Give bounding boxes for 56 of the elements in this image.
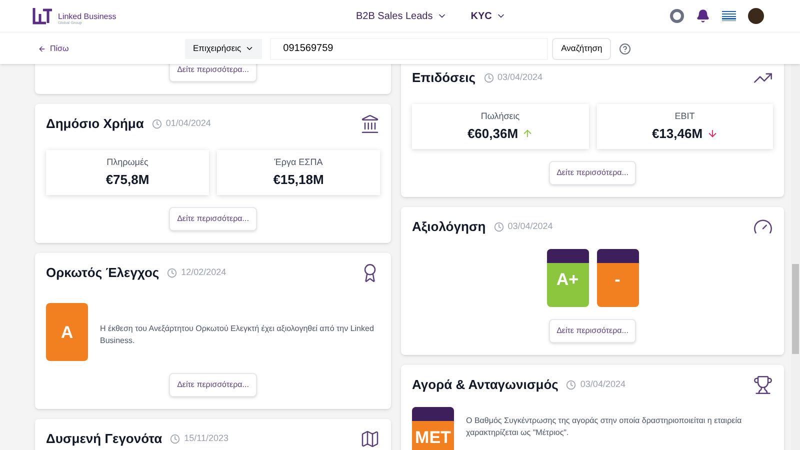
- grade-letter: A: [60, 324, 74, 340]
- bank-icon: [360, 114, 380, 134]
- help-icon[interactable]: [619, 42, 632, 54]
- search-field[interactable]: 091569759: [270, 38, 548, 60]
- metric-value: €15,18M: [273, 170, 324, 188]
- brand-name: Linked Business: [58, 13, 116, 21]
- grade-letter: -: [614, 271, 620, 288]
- card-title: Αγορά & Ανταγωνισμός: [412, 376, 558, 394]
- nav-menu[interactable]: KYC: [470, 8, 506, 24]
- metric-value: €13,46M: [652, 124, 703, 142]
- arrow-left-icon: [38, 44, 46, 52]
- clock-icon: [484, 72, 494, 83]
- category-dropdown[interactable]: Επιχειρήσεις: [185, 38, 262, 58]
- logo-icon: [32, 7, 54, 25]
- see-more-button[interactable]: Δείτε περισσότερα...: [548, 319, 636, 343]
- bell-icon[interactable]: [696, 9, 710, 23]
- see-more-button[interactable]: Δείτε περισσότερα...: [548, 161, 636, 185]
- trophy-icon: [753, 375, 773, 395]
- card-title: Δημόσιο Χρήμα: [46, 115, 144, 133]
- see-more-button[interactable]: Δείτε περισσότερα...: [169, 207, 257, 231]
- card-date: 03/04/2024: [508, 220, 553, 233]
- grade-letter: ΜΕΤ: [415, 429, 451, 446]
- grade-letter: A+: [556, 271, 579, 288]
- card-title: Δυσμενή Γεγονότα: [46, 430, 162, 448]
- metric-label: Πληρωμές: [106, 156, 148, 169]
- card-date: 01/04/2024: [166, 117, 211, 130]
- card-title: Ορκωτός Έλεγχος: [46, 264, 160, 282]
- card-date: 03/04/2024: [498, 71, 543, 84]
- metric-value: €75,8M: [106, 170, 150, 188]
- card-date: 15/11/2023: [184, 432, 228, 445]
- card-date: 03/04/2024: [580, 378, 626, 391]
- clock-icon: [566, 380, 576, 390]
- target-icon[interactable]: [670, 9, 684, 23]
- clock-icon: [170, 434, 180, 444]
- avatar[interactable]: [748, 8, 764, 24]
- scrollbar-thumb[interactable]: [792, 264, 799, 354]
- map-icon: [360, 429, 380, 449]
- metric-label: EBIT: [674, 110, 695, 123]
- search-button[interactable]: Αναζήτηση: [552, 38, 612, 60]
- metric-value: €60,36M: [467, 124, 518, 142]
- metric-label: Πωλήσεις: [480, 110, 520, 123]
- back-link[interactable]: Πίσω: [38, 42, 69, 54]
- clock-icon: [167, 268, 178, 278]
- clock-icon: [494, 222, 504, 232]
- metric-label: Έργα ΕΣΠΑ: [274, 156, 323, 169]
- nav-menu[interactable]: B2B Sales Leads: [356, 8, 447, 24]
- card-date: 12/02/2024: [181, 266, 226, 279]
- clock-icon: [152, 118, 162, 129]
- description-text: Η έκθεση του Ανεξάρτητου Ορκωτού Ελεγκτή έχει αξιολογηθεί από την Linked Business.: [100, 323, 375, 347]
- see-more-button[interactable]: Δείτε περισσότερα...: [169, 64, 257, 82]
- see-more-button[interactable]: Δείτε περισσότερα...: [169, 373, 257, 397]
- card-title: Αξιολόγηση: [412, 218, 486, 236]
- caret-icon: [245, 44, 254, 53]
- card-title: Επιδόσεις: [412, 69, 476, 87]
- description-text: Ο Βαθμός Συγκέντρωσης της αγοράς στην οποία δραστηριοποιείται η εταιρεία χαρακτηρίζεται ως "Μέτριος".: [466, 415, 743, 439]
- flag-icon[interactable]: [722, 11, 736, 21]
